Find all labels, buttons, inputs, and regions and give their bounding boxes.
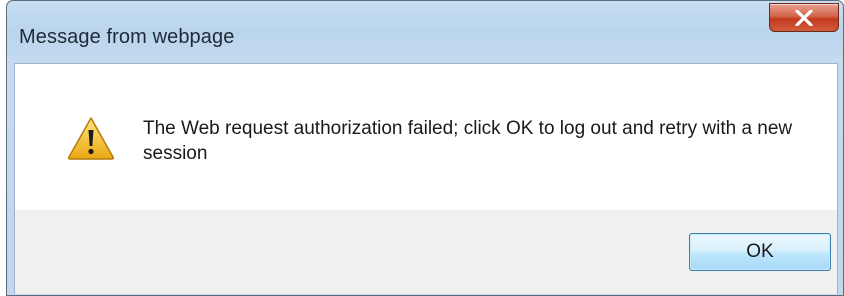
- ok-button[interactable]: OK: [689, 233, 831, 271]
- message-area: The Web request authorization failed; cl…: [15, 64, 837, 210]
- warning-icon: [67, 117, 115, 160]
- close-x-icon: [795, 9, 813, 26]
- button-bar: OK: [15, 210, 837, 294]
- title-bar[interactable]: Message from webpage: [7, 1, 843, 63]
- window-title: Message from webpage: [19, 26, 235, 48]
- close-button[interactable]: [769, 3, 839, 32]
- dialog-window: Message from webpage The Web request aut…: [6, 0, 844, 296]
- dialog-client-area: The Web request authorization failed; cl…: [14, 63, 838, 294]
- message-text: The Web request authorization failed; cl…: [143, 118, 793, 164]
